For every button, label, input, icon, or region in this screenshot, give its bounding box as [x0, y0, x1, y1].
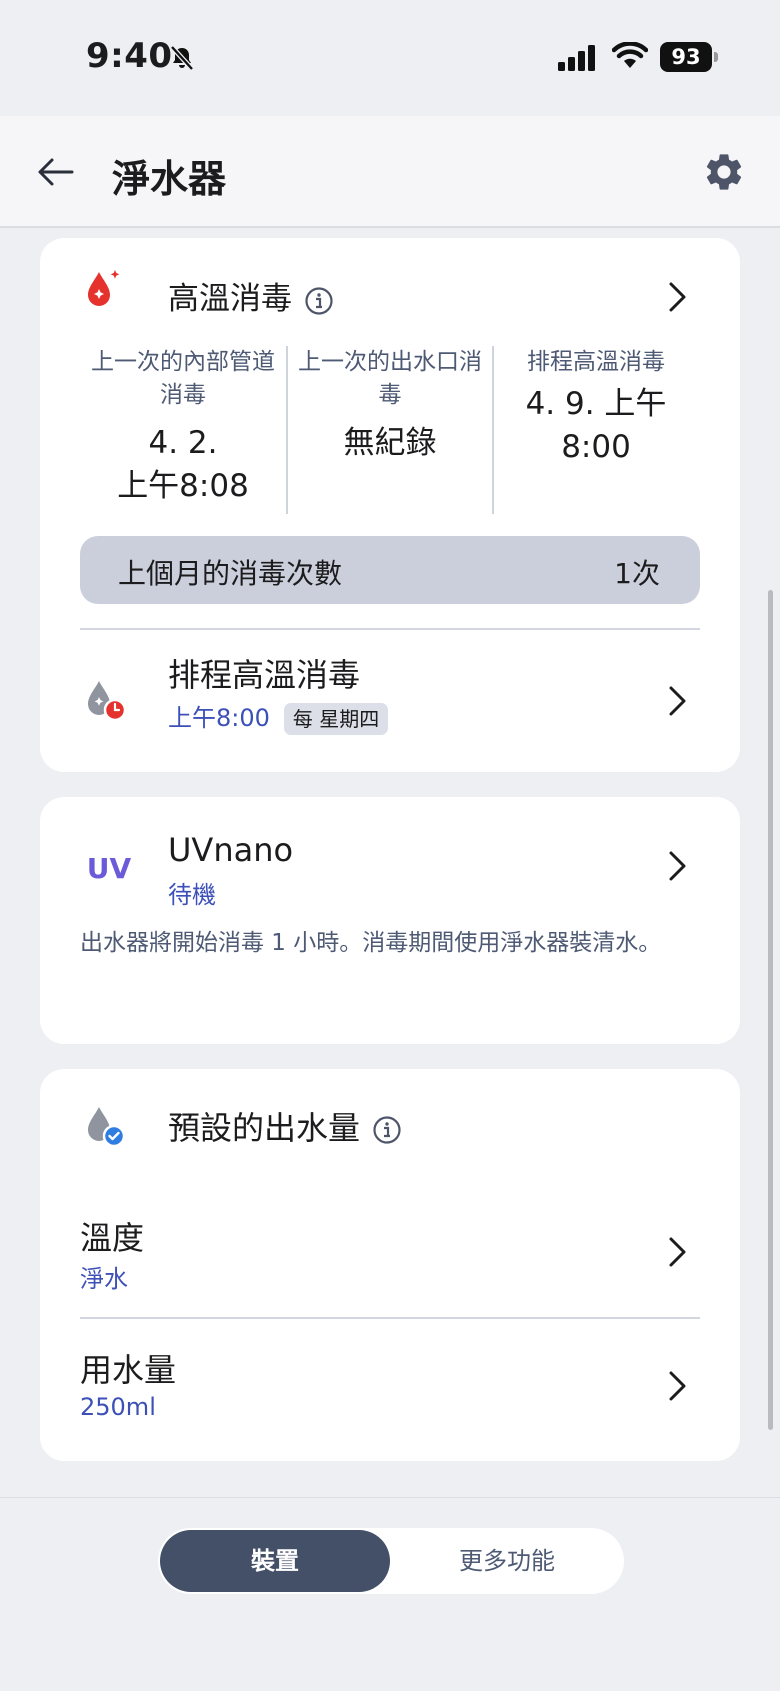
uvnano-row[interactable]: UV UVnano 待機 [40, 797, 740, 915]
preset-title: 預設的出水量 [168, 1109, 361, 1147]
gear-icon [706, 154, 742, 190]
stat-scheduled: 排程高溫消毒 4. 9. 上午8:00 [492, 346, 698, 514]
status-time: 9:40 [86, 36, 173, 76]
bell-slash-icon [170, 45, 194, 71]
stat-outlet: 上一次的出水口消毒 無紀錄 [286, 346, 492, 514]
uv-logo: UV [86, 852, 132, 885]
uvnano-status: 待機 [168, 881, 216, 909]
stat-value: 4. 2. 上午8:08 [117, 425, 249, 504]
status-bar: 9:40 93 [0, 0, 780, 116]
volume-row[interactable]: 用水量 250ml [40, 1319, 740, 1461]
preset-card: 預設的出水量 溫度 淨水 用水量 250ml [40, 1069, 740, 1461]
sterilization-title: 高溫消毒 [168, 281, 292, 317]
back-button[interactable] [30, 146, 82, 198]
droplet-sparkle-icon [78, 262, 132, 316]
app-header: 淨水器 [0, 116, 780, 228]
chevron-right-icon [669, 1237, 686, 1267]
droplet-clock-icon [78, 672, 132, 726]
tab-devices[interactable]: 裝置 [160, 1530, 390, 1592]
volume-label: 用水量 [80, 1351, 177, 1389]
settings-button[interactable] [698, 146, 750, 198]
scrollbar[interactable] [768, 590, 773, 1430]
tab-more-features[interactable]: 更多功能 [394, 1530, 620, 1592]
stat-value: 4. 9. 上午8:00 [525, 386, 667, 465]
uvnano-title: UVnano [168, 831, 294, 869]
stat-internal-pipe: 上一次的內部管道消毒 4. 2. 上午8:08 [80, 346, 286, 514]
chevron-right-icon [669, 686, 686, 716]
stat-label: 上一次的內部管道消毒 [91, 349, 275, 408]
preset-header: 預設的出水量 [40, 1069, 740, 1181]
chevron-right-icon [669, 1371, 686, 1401]
info-icon[interactable] [372, 1115, 402, 1145]
arrow-left-icon [38, 158, 74, 186]
repeat-tag: 每 星期四 [283, 703, 389, 735]
sterilization-card: 高溫消毒 上一次的內部管道消毒 4. 2. 上午8:08 上一次的出水口消毒 無… [40, 238, 740, 772]
cellular-signal-icon [558, 45, 595, 71]
bottom-bar: 裝置 更多功能 [0, 1497, 780, 1691]
page-title: 淨水器 [112, 157, 227, 201]
wifi-icon [612, 42, 648, 68]
temperature-label: 溫度 [80, 1219, 145, 1257]
uvnano-description: 出水器將開始消毒 1 小時。消毒期間使用淨水器裝清水。 [80, 930, 662, 956]
droplet-check-icon [78, 1099, 132, 1153]
stat-label: 排程高溫消毒 [527, 349, 665, 375]
sterilization-stats: 上一次的內部管道消毒 4. 2. 上午8:08 上一次的出水口消毒 無紀錄 排程… [80, 346, 700, 514]
uvnano-card: UV UVnano 待機 出水器將開始消毒 1 小時。消毒期間使用淨水器裝清水。 [40, 797, 740, 1044]
schedule-row[interactable]: 排程高溫消毒 上午8:00 每 星期四 [40, 630, 740, 772]
chevron-right-icon [669, 282, 686, 312]
schedule-title: 排程高溫消毒 [168, 656, 361, 694]
stat-label: 上一次的出水口消毒 [298, 349, 482, 408]
stat-value: 無紀錄 [343, 425, 437, 461]
monthly-count-value: 1次 [614, 557, 660, 590]
monthly-count-bar[interactable]: 上個月的消毒次數 1次 [80, 536, 700, 604]
monthly-count-label: 上個月的消毒次數 [118, 557, 343, 590]
battery-icon: 93 [660, 42, 718, 72]
sterilization-row[interactable]: 高溫消毒 [40, 238, 740, 338]
temperature-row[interactable]: 溫度 淨水 [40, 1189, 740, 1317]
chevron-right-icon [669, 851, 686, 881]
temperature-value: 淨水 [80, 1265, 128, 1293]
info-icon[interactable] [304, 286, 334, 316]
schedule-time: 上午8:00 [168, 704, 270, 732]
segment-control: 裝置 更多功能 [158, 1528, 624, 1594]
volume-value: 250ml [80, 1393, 156, 1421]
